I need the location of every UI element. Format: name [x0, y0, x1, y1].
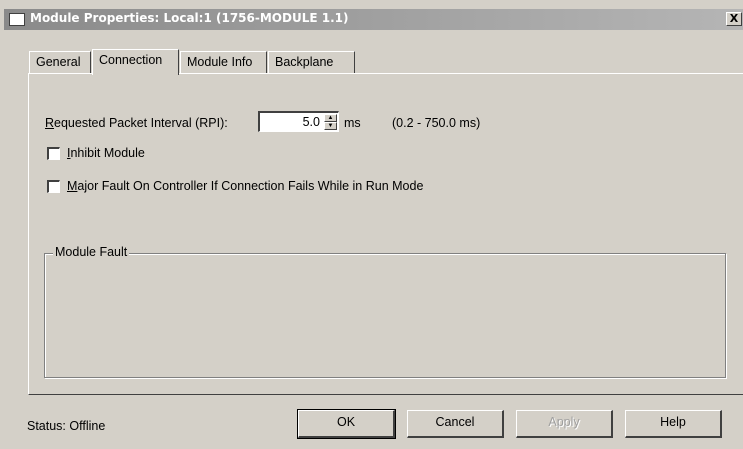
help-button-label: Help [660, 415, 686, 429]
tab-backplane[interactable]: Backplane [268, 51, 355, 73]
tab-general-label: General [36, 55, 81, 69]
tab-connection-label: Connection [99, 53, 163, 67]
apply-button[interactable]: Apply [516, 410, 613, 438]
tab-general[interactable]: General [29, 51, 91, 73]
cancel-button-label: Cancel [435, 415, 475, 429]
close-icon: X [729, 12, 739, 25]
ok-button[interactable]: OK [297, 409, 396, 439]
connection-tab-panel [28, 73, 743, 395]
tab-connection[interactable]: Connection [92, 49, 179, 75]
window-title: Module Properties: Local:1 (1756-MODULE … [30, 11, 349, 25]
ok-button-label: OK [336, 415, 356, 429]
tab-module-info-label: Module Info [187, 55, 253, 69]
window-icon [9, 13, 25, 26]
tab-backplane-label: Backplane [275, 55, 334, 69]
close-button[interactable]: X [726, 12, 742, 26]
module-properties-dialog: Module Properties: Local:1 (1756-MODULE … [0, 0, 743, 449]
status-text: Status: Offline [27, 419, 106, 433]
cancel-button[interactable]: Cancel [407, 410, 504, 438]
help-button[interactable]: Help [625, 410, 722, 438]
title-bar[interactable]: Module Properties: Local:1 (1756-MODULE … [4, 9, 743, 30]
tab-module-info[interactable]: Module Info [180, 51, 267, 73]
apply-button-label: Apply [548, 415, 580, 429]
